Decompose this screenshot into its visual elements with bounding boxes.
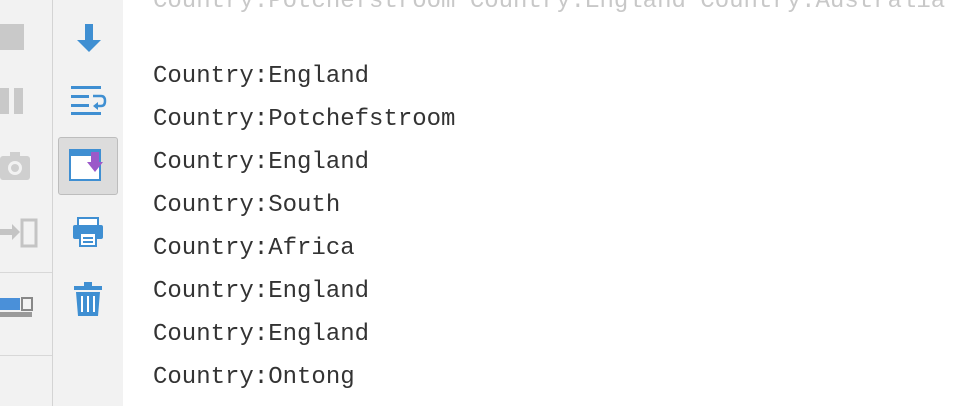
stop-button[interactable] xyxy=(0,16,40,56)
console-line: Country:England xyxy=(153,321,370,348)
print-button[interactable] xyxy=(69,212,109,252)
console-output[interactable]: Country:Potchefstroom Country:England Co… xyxy=(123,0,968,406)
print-icon xyxy=(73,217,103,247)
stop-icon xyxy=(0,24,24,50)
console-line: Country:Africa xyxy=(153,235,355,262)
dump-threads-button[interactable] xyxy=(0,146,40,186)
soft-wrap-button[interactable] xyxy=(69,80,109,120)
trash-icon xyxy=(74,282,102,316)
console-line: Country:England xyxy=(153,63,370,90)
run-toolbar xyxy=(0,0,53,406)
soft-wrap-icon xyxy=(71,86,107,115)
login-icon xyxy=(0,218,38,248)
toolbar-separator-2 xyxy=(0,355,52,356)
layout-button[interactable] xyxy=(0,282,45,326)
clear-all-button[interactable] xyxy=(69,278,109,322)
scroll-down-icon xyxy=(77,24,101,52)
layout-icon xyxy=(0,297,33,317)
pause-icon xyxy=(0,88,23,114)
pause-button[interactable] xyxy=(0,80,40,120)
console-line: Country:Potchefstroom xyxy=(153,106,456,133)
console-line: Country:England xyxy=(153,149,370,176)
console-line: Country:England xyxy=(153,278,370,305)
scroll-to-end-icon xyxy=(69,149,103,181)
toolbar-separator xyxy=(0,272,52,273)
scroll-to-end-button[interactable] xyxy=(58,137,118,195)
console-toolbar xyxy=(53,0,123,406)
camera-icon xyxy=(0,152,30,180)
exit-button[interactable] xyxy=(0,212,40,252)
scroll-down-button[interactable] xyxy=(71,20,107,60)
console-line: Country:Ontong xyxy=(153,364,355,391)
console-line: Country:South xyxy=(153,192,341,219)
cut-off-line: Country:Potchefstroom Country:England Co… xyxy=(153,0,946,15)
